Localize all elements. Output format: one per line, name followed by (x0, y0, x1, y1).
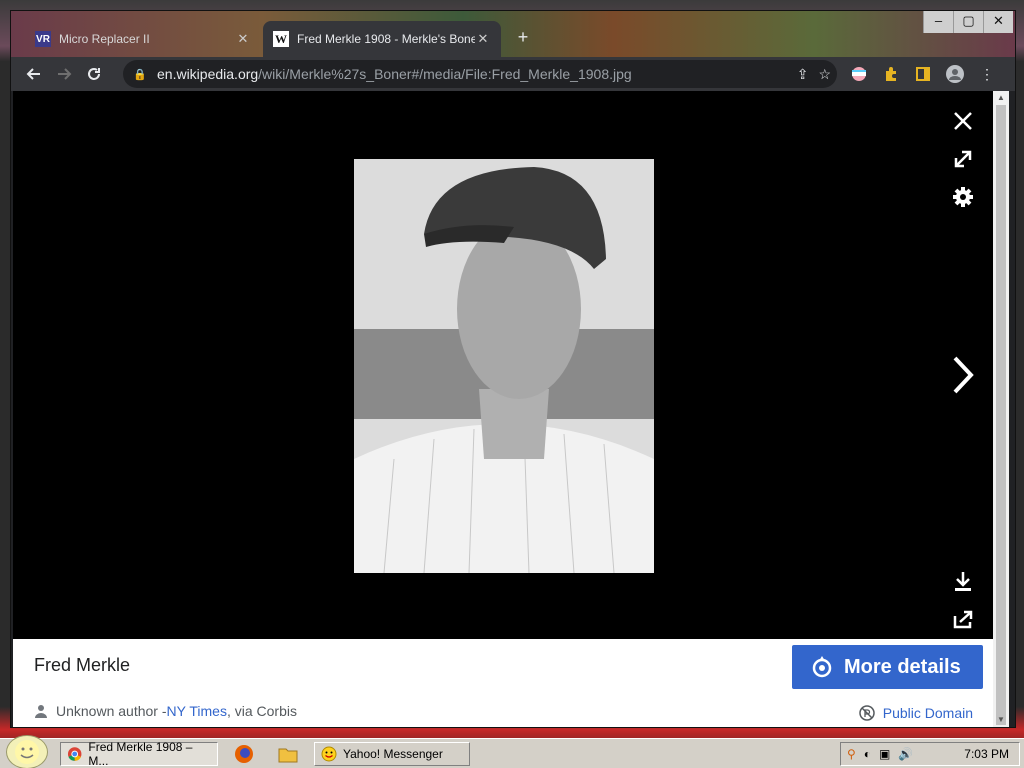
author-source-link[interactable]: NY Times (167, 703, 227, 719)
tab-micro-replacer[interactable]: VR Micro Replacer II ✕ (25, 21, 261, 57)
address-bar[interactable]: 🔒 en.wikipedia.org /wiki/Merkle%27s_Bone… (123, 60, 837, 88)
minimize-button[interactable]: – (923, 11, 953, 33)
media-viewer: Fred Merkle More details Unknown author … (13, 91, 993, 727)
next-image-button[interactable] (949, 349, 977, 401)
search-tray-icon[interactable]: ⚲ (847, 747, 856, 761)
taskbar-item-chrome[interactable]: Fred Merkle 1908 – M... (60, 740, 218, 768)
chevron-right-icon (953, 356, 974, 394)
tab-strip: VR Micro Replacer II ✕ W Fred Merkle 190… (11, 11, 1015, 57)
scrollbar-thumb[interactable] (996, 105, 1006, 725)
forward-button[interactable] (49, 60, 79, 88)
taskbar-item-label: Fred Merkle 1908 – M... (88, 740, 193, 768)
arrow-left-icon (26, 68, 40, 80)
close-tab-icon[interactable]: ✕ (475, 31, 491, 47)
fullscreen-button[interactable] (949, 145, 977, 173)
share-icon (953, 610, 973, 629)
image-caption: Fred Merkle (34, 655, 131, 675)
bookmark-star-icon[interactable]: ☆ (818, 66, 831, 83)
fred-merkle-photo (354, 159, 654, 573)
yahoo-messenger-icon (321, 746, 337, 762)
gear-icon (953, 187, 973, 207)
close-window-button[interactable]: ✕ (983, 11, 1013, 33)
lock-icon: 🔒 (133, 68, 147, 81)
new-tab-button[interactable]: + (511, 25, 535, 49)
reload-icon (88, 68, 100, 80)
browser-window: VR Micro Replacer II ✕ W Fred Merkle 190… (10, 10, 1016, 728)
license-label: Public Domain (882, 705, 973, 721)
scroll-up-icon[interactable]: ▲ (993, 91, 1009, 105)
tab-title: Micro Replacer II (59, 32, 150, 46)
clock: 7:03 PM (964, 747, 1009, 761)
browser-toolbar: 🔒 en.wikipedia.org /wiki/Merkle%27s_Bone… (11, 57, 1015, 91)
author-prefix: Unknown author - (56, 703, 167, 719)
more-details-label: More details (844, 655, 961, 678)
taskbar-item-label: Yahoo! Messenger (343, 747, 443, 761)
tab-fred-merkle[interactable]: W Fred Merkle 1908 - Merkle's Boner ✕ (263, 21, 501, 57)
computer-tray-icon[interactable]: ▣ (879, 747, 890, 761)
maximize-button[interactable]: ▢ (953, 11, 983, 33)
taskbar: Fred Merkle 1908 – M... Yahoo! Messenger… (0, 735, 1024, 768)
firefox-icon[interactable] (234, 744, 254, 764)
folder-icon[interactable] (278, 744, 298, 764)
extensions-puzzle-icon[interactable] (877, 60, 905, 88)
smiley-start-icon (15, 740, 39, 764)
taskbar-item-yahoo-messenger[interactable]: Yahoo! Messenger (314, 742, 470, 766)
system-tray: ⚲ ◐ ▣ 🔊 7:03 PM (840, 742, 1020, 766)
url-path: /wiki/Merkle%27s_Boner#/media/File:Fred_… (258, 66, 632, 82)
license-link[interactable]: Public Domain (858, 705, 973, 721)
close-viewer-button[interactable] (949, 107, 977, 135)
close-tab-icon[interactable]: ✕ (235, 31, 251, 47)
viewer-settings-button[interactable] (949, 183, 977, 211)
chrome-icon (67, 747, 82, 761)
wikipedia-favicon-icon: W (273, 31, 289, 47)
share-image-button[interactable] (949, 605, 977, 633)
author-line: Unknown author - NY Times , via Corbis (34, 703, 297, 719)
extension-flag-icon[interactable] (845, 60, 873, 88)
expand-icon (954, 150, 972, 168)
commons-logo-icon (812, 656, 832, 678)
tab-title: Fred Merkle 1908 - Merkle's Boner (297, 32, 475, 46)
side-panel-icon[interactable] (909, 60, 937, 88)
person-icon (35, 705, 47, 718)
close-icon (954, 112, 972, 130)
download-icon (955, 572, 971, 591)
url-host: en.wikipedia.org (157, 66, 259, 82)
media-info-bar: Fred Merkle More details Unknown author … (13, 639, 993, 727)
profile-avatar-icon[interactable] (941, 60, 969, 88)
share-icon[interactable]: ⇪ (797, 66, 809, 83)
network-tray-icon[interactable]: ◐ (864, 747, 871, 761)
scroll-down-icon[interactable]: ▼ (993, 713, 1009, 727)
download-button[interactable] (949, 567, 977, 595)
volume-icon[interactable]: 🔊 (898, 747, 913, 761)
author-suffix: , via Corbis (226, 703, 297, 719)
public-domain-icon (858, 705, 875, 721)
page-scrollbar[interactable]: ▲ ▼ (993, 91, 1009, 727)
reload-button[interactable] (79, 60, 109, 88)
start-button[interactable] (6, 735, 48, 768)
menu-kebab-icon[interactable]: ⋮ (973, 60, 1001, 88)
vr-favicon-icon: VR (35, 31, 51, 47)
back-button[interactable] (19, 60, 49, 88)
more-details-button[interactable]: More details (792, 645, 983, 689)
arrow-right-icon (58, 68, 72, 80)
